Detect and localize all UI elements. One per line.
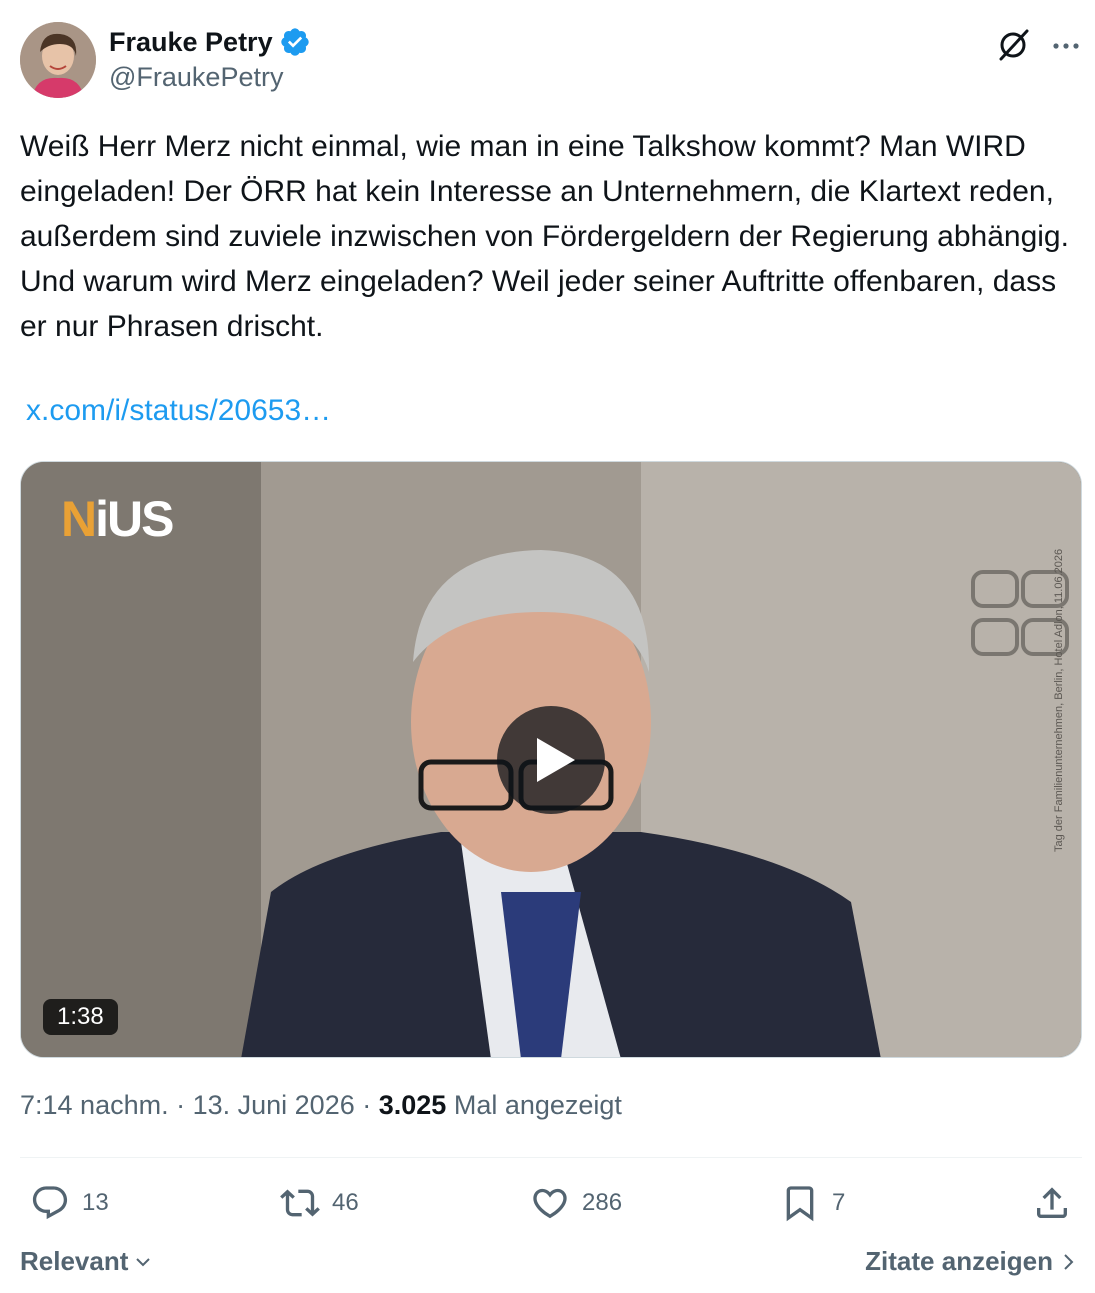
handle[interactable]: @FraukePetry bbox=[109, 62, 311, 93]
action-bar: 13 46 286 7 bbox=[20, 1178, 1082, 1228]
tweet-time[interactable]: 7:14 nachm. bbox=[20, 1090, 169, 1120]
repost-icon bbox=[280, 1189, 320, 1217]
share-button[interactable] bbox=[1032, 1178, 1072, 1228]
tweet-date[interactable]: 13. Juni 2026 bbox=[193, 1090, 355, 1120]
divider bbox=[20, 1157, 1082, 1158]
play-icon bbox=[537, 738, 575, 782]
tweet-link[interactable]: x.com/i/status/20653… bbox=[26, 394, 331, 428]
view-label: Mal angezeigt bbox=[453, 1090, 622, 1120]
chevron-right-icon bbox=[1064, 1253, 1074, 1270]
video-watermark: Tag der Familienunternehmen, Berlin, Hot… bbox=[1053, 522, 1079, 862]
sort-label: Relevant bbox=[20, 1246, 129, 1276]
avatar[interactable] bbox=[20, 22, 96, 98]
meta-separator: · bbox=[168, 1090, 193, 1120]
verified-badge-icon[interactable] bbox=[279, 26, 311, 58]
heart-icon bbox=[533, 1188, 567, 1219]
chevron-down-icon bbox=[136, 1257, 151, 1266]
bookmark-button[interactable]: 7 bbox=[780, 1178, 845, 1228]
display-name[interactable]: Frauke Petry bbox=[109, 27, 273, 58]
quotes-label: Zitate anzeigen bbox=[865, 1246, 1053, 1276]
meta-separator: · bbox=[354, 1090, 379, 1120]
tweet-header: Frauke Petry @FraukePetry bbox=[20, 22, 1082, 100]
bookmark-count: 7 bbox=[832, 1189, 846, 1216]
reply-button[interactable]: 13 bbox=[30, 1178, 109, 1228]
repost-count: 46 bbox=[332, 1189, 359, 1216]
author-names: Frauke Petry @FraukePetry bbox=[109, 26, 311, 93]
tweet-meta: 7:14 nachm. · 13. Juni 2026 · 3.025 Mal … bbox=[20, 1090, 622, 1121]
tweet-text: Weiß Herr Merz nicht einmal, wie man in … bbox=[20, 130, 1069, 343]
bookmark-icon bbox=[786, 1186, 814, 1222]
nius-logo-rest: iUS bbox=[95, 491, 174, 547]
play-button[interactable] bbox=[497, 706, 605, 814]
video-player[interactable]: NiUS Tag der Familienunternehmen, Berlin… bbox=[20, 461, 1082, 1058]
display-name-row: Frauke Petry bbox=[109, 26, 311, 58]
sort-dropdown[interactable]: Relevant bbox=[20, 1246, 154, 1277]
like-button[interactable]: 286 bbox=[530, 1178, 622, 1228]
quotes-link[interactable]: Zitate anzeigen bbox=[865, 1246, 1077, 1277]
like-count: 286 bbox=[582, 1189, 623, 1216]
nius-logo-n: N bbox=[61, 491, 97, 547]
nius-logo: NiUS bbox=[61, 490, 174, 548]
view-count: 3.025 bbox=[378, 1090, 447, 1120]
grok-icon[interactable] bbox=[996, 26, 1032, 62]
reply-count: 13 bbox=[82, 1189, 109, 1216]
video-duration: 1:38 bbox=[43, 999, 118, 1035]
repost-button[interactable]: 46 bbox=[280, 1178, 359, 1228]
reply-icon bbox=[32, 1186, 68, 1220]
video-watermark-text: Tag der Familienunternehmen, Berlin, Hot… bbox=[1053, 548, 1065, 852]
share-icon bbox=[1037, 1187, 1067, 1218]
more-icon[interactable] bbox=[1050, 30, 1082, 62]
